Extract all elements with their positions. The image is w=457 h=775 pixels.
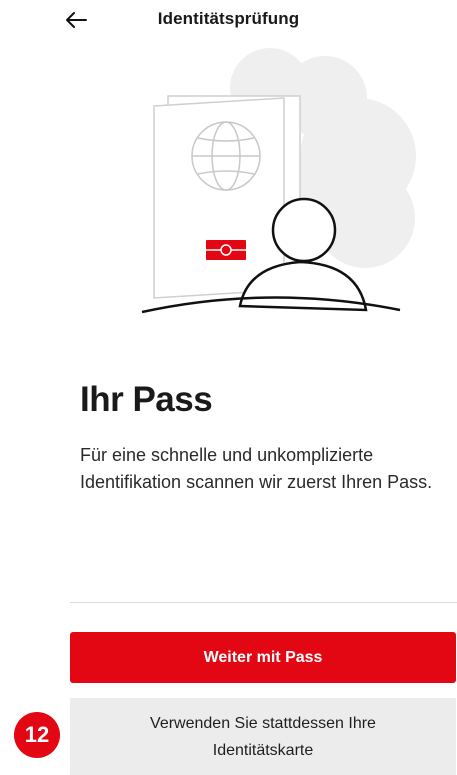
top-bar: Identitätsprüfung [0,0,457,40]
page-heading: Ihr Pass [80,380,213,419]
use-id-card-button[interactable]: Verwenden Sie stattdessen Ihre Identität… [70,698,456,775]
divider [70,602,457,603]
page-title: Identitätsprüfung [157,9,300,28]
passport-cover [153,97,285,299]
use-id-card-label: Verwenden Sie stattdessen Ihre Identität… [150,714,376,759]
continue-with-passport-button[interactable]: Weiter mit Pass [70,632,456,683]
passport-chip-icon [206,240,246,260]
step-badge: 12 [14,712,60,758]
continue-with-passport-label: Weiter mit Pass [203,648,323,666]
description-text: Für eine schnelle und unkomplizierte Ide… [80,445,433,492]
passport-illustration [141,48,416,314]
